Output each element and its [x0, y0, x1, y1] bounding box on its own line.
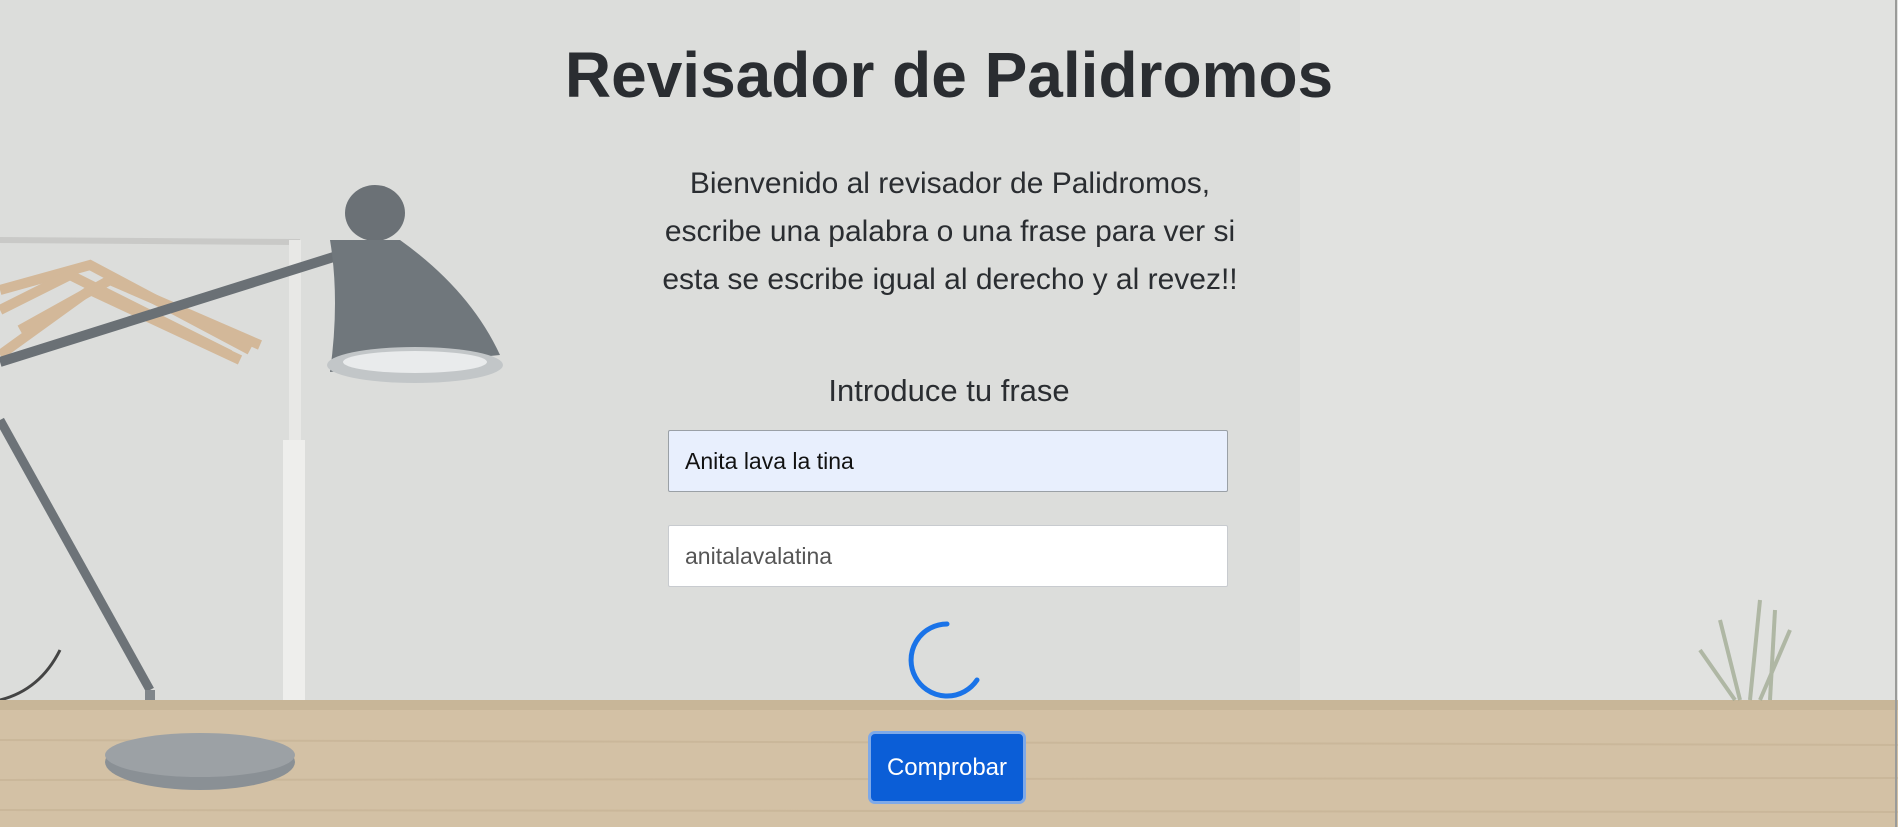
phrase-input[interactable] — [668, 430, 1228, 492]
check-button[interactable]: Comprobar — [868, 731, 1026, 804]
intro-line-1: Bienvenido al revisador de Palidromos, — [689, 167, 1211, 200]
background-image — [0, 0, 1898, 827]
desk-lamp-scene — [0, 0, 1898, 827]
phrase-input-label: Introduce tu frase — [828, 373, 1070, 408]
spinner-icon — [908, 621, 980, 699]
page-title: Revisador de Palidromos — [564, 39, 1334, 111]
intro-line-3: esta se escribe igual al derecho y al re… — [662, 263, 1238, 296]
normalized-result-field[interactable] — [668, 525, 1228, 587]
intro-line-2: escribe una palabra o una frase para ver… — [664, 215, 1236, 248]
intro-text: Bienvenido al revisador de Palidromos, e… — [620, 160, 1280, 304]
